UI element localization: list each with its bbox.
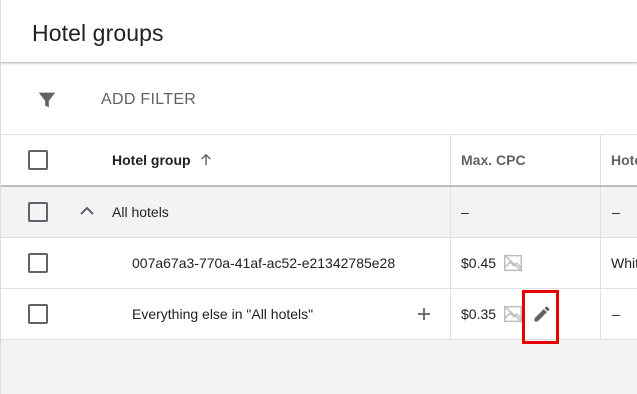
no-image-icon [503,254,523,272]
table-header-row: Hotel group Max. CPC Hote [1,135,637,187]
hotel-group-name: 007a67a3-770a-41af-ac52-e21342785e28 [132,255,396,271]
add-filter-button[interactable]: ADD FILTER [101,91,196,109]
hotel-group-name: All hotels [112,204,169,220]
column-divider [450,289,451,339]
third-column-value: – [612,306,620,322]
title-bar: Hotel groups [0,0,637,62]
table-row-all-hotels: All hotels – – [1,187,637,238]
filter-icon[interactable] [36,89,58,111]
third-column-value: Whit [611,255,637,271]
column-divider [600,289,601,339]
column-divider [450,238,451,288]
column-divider [600,135,601,185]
max-cpc-value[interactable]: $0.45 [461,238,496,288]
column-header-max-cpc[interactable]: Max. CPC [461,135,526,185]
max-cpc-value[interactable]: $0.35 [461,289,496,339]
max-cpc-value[interactable]: – [461,187,469,237]
column-divider [450,187,451,237]
column-divider [600,238,601,288]
no-image-icon [503,305,523,323]
arrow-up-icon[interactable] [199,153,213,167]
column-header-max-cpc-label: Max. CPC [461,152,526,168]
row-checkbox[interactable] [28,253,48,273]
column-header-hotel-group-label: Hotel group [112,152,191,168]
plus-icon[interactable] [416,306,432,322]
page-title: Hotel groups [32,20,164,46]
row-checkbox[interactable] [28,304,48,324]
column-divider [600,187,601,237]
hotel-group-name: Everything else in "All hotels" [132,306,314,322]
filter-bar: ADD FILTER [1,63,637,135]
row-checkbox[interactable] [28,202,48,222]
hotel-groups-card: ADD FILTER Hotel group Max. CPC Hote [0,63,637,394]
table-row: 007a67a3-770a-41af-ac52-e21342785e28 $0.… [1,238,637,289]
column-header-third-label: Hote [611,152,637,168]
third-column-value: – [612,204,620,220]
hotel-groups-page: Hotel groups ADD FILTER Hotel group Max.… [0,0,637,394]
column-header-hotel-group[interactable]: Hotel group [112,135,213,185]
column-header-third[interactable]: Hote [611,135,637,185]
chevron-up-icon[interactable] [78,204,96,218]
select-all-checkbox[interactable] [28,150,48,170]
column-divider [450,135,451,185]
edit-highlight-box [522,290,559,344]
